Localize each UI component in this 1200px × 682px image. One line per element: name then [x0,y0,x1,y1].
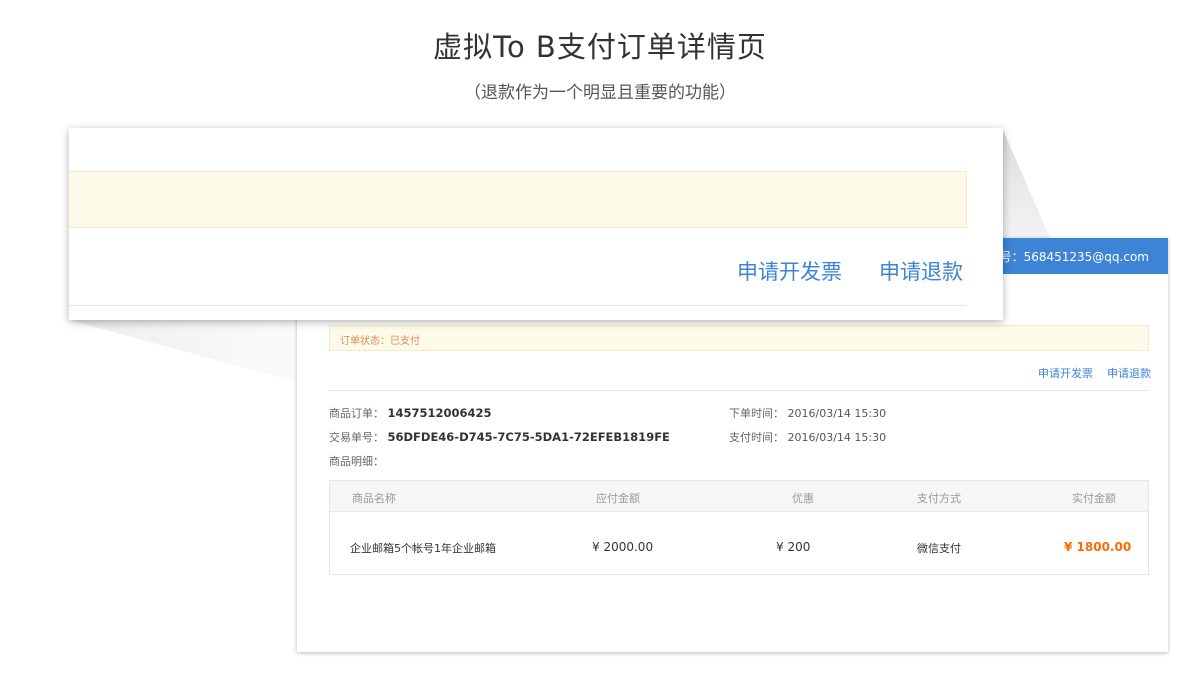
order-number-row: 商品订单： 1457512006425 [329,405,492,421]
pay-time-value: 2016/03/14 15:30 [787,431,887,444]
page-heading: 虚拟To B支付订单详情页 [433,30,767,64]
apply-invoice-link[interactable]: 申请开发票 [1038,365,1093,381]
product-details-label: 商品明细： [329,455,384,468]
order-time-label: 下单时间： [729,407,784,420]
divider [329,390,1149,391]
order-number-label: 商品订单： [329,407,384,420]
zoom-apply-refund-link[interactable]: 申请退款 [879,256,963,286]
account-label[interactable]: 账号：568451235@qq.com [988,248,1149,265]
order-time-value: 2016/03/14 15:30 [787,407,887,420]
zoom-callout: 申请开发票 申请退款 [69,128,1003,320]
column-header: 支付方式 [917,492,961,505]
column-header: 优惠 [792,492,814,505]
trade-number-row: 交易单号： 56DFDE46-D745-7C75-5DA1-72EFEB1819… [329,429,670,445]
order-status-text: 订单状态：已支付 [340,336,420,347]
zoom-divider [69,305,966,306]
apply-refund-link[interactable]: 申请退款 [1107,365,1151,381]
product-table: 商品名称 应付金额 优惠 支付方式 实付金额 企业邮箱5个帐号1年企业邮箱 ¥ … [329,480,1149,575]
trade-number-value: 56DFDE46-D745-7C75-5DA1-72EFEB1819FE [387,430,670,444]
paid-amount-cell: ¥ 1800.00 [1064,540,1132,554]
column-header: 商品名称 [352,492,396,505]
table-cell: 企业邮箱5个帐号1年企业邮箱 [350,542,496,555]
table-cell: 微信支付 [917,542,961,555]
column-header: 应付金额 [596,492,640,505]
table-cell: ¥ 2000.00 [592,540,654,554]
order-status-bar: 订单状态：已支付 [329,325,1149,351]
pay-time-label: 支付时间： [729,431,784,444]
trade-number-label: 交易单号： [329,431,384,444]
table-cell: ¥ 200 [776,540,811,554]
column-header: 实付金额 [1072,492,1116,505]
order-number-value: 1457512006425 [387,406,492,420]
page-subheading: （退款作为一个明显且重要的功能） [464,83,736,103]
zoom-status-bar [69,171,967,228]
pay-time-row: 支付时间： 2016/03/14 15:30 [729,429,886,445]
order-time-row: 下单时间： 2016/03/14 15:30 [729,405,886,421]
table-header: 商品名称 应付金额 优惠 支付方式 实付金额 [330,481,1148,512]
zoom-apply-invoice-link[interactable]: 申请开发票 [737,256,842,286]
